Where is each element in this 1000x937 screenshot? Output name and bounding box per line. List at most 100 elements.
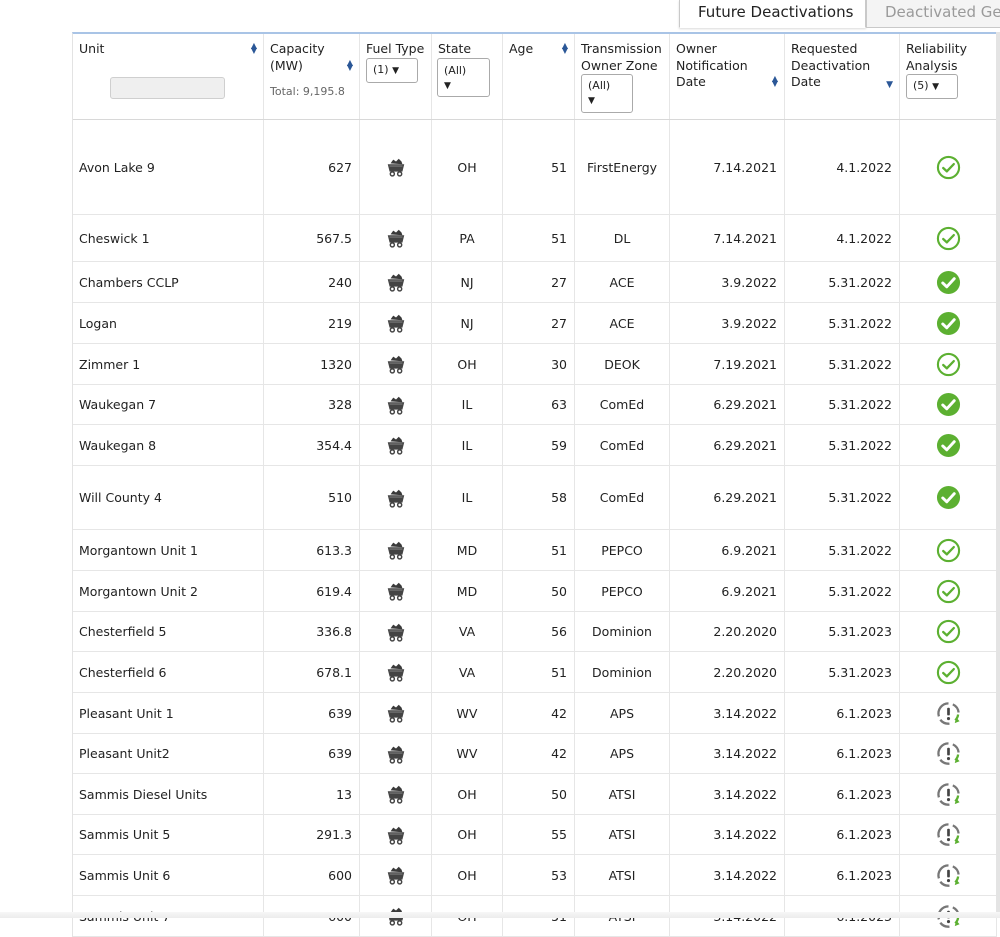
- notification-date-cell: 2.20.2020: [670, 652, 785, 692]
- column-header-notification-date[interactable]: Owner Notification Date ▲ ▼: [670, 34, 785, 119]
- table-row[interactable]: Waukegan 8 354.4 IL 59 ComEd 6.29.2021 5.31.20…: [73, 425, 997, 466]
- state-value: VA: [458, 624, 476, 639]
- fuel-type-cell: [360, 215, 432, 261]
- age-cell: 56: [503, 612, 575, 651]
- notification-date-cell: 3.9.2022: [670, 303, 785, 343]
- sort-desc-icon[interactable]: ▼: [886, 77, 893, 94]
- scrollbar-track[interactable]: [996, 32, 1000, 918]
- age-value: 27: [551, 315, 567, 331]
- fuel-type-cell: [360, 693, 432, 733]
- check-circle-icon[interactable]: [936, 352, 961, 377]
- check-circle-icon[interactable]: [936, 392, 961, 417]
- table-row[interactable]: Chesterfield 5 336.8 VA 56 Dominion 2.20.2020…: [73, 612, 997, 652]
- unit-cell: Chambers CCLP: [73, 262, 264, 302]
- unit-cell: Pleasant Unit 1: [73, 693, 264, 733]
- pending-analysis-icon[interactable]: [936, 741, 961, 766]
- zone-cell: DEOK: [575, 344, 670, 384]
- unit-value[interactable]: Morgantown Unit 1: [79, 543, 198, 558]
- table-row[interactable]: Chambers CCLP 240 NJ 27 ACE 3.9.2022 5.31.2022: [73, 262, 997, 303]
- state-value: MD: [456, 542, 478, 558]
- column-header-unit[interactable]: Unit ▲ ▼: [73, 34, 264, 119]
- sort-icon[interactable]: ▲ ▼: [251, 42, 257, 55]
- unit-value[interactable]: Sammis Diesel Units: [79, 787, 207, 802]
- zone-filter-dropdown[interactable]: (All) ▼: [581, 74, 633, 113]
- pending-analysis-icon[interactable]: [936, 863, 961, 888]
- fuel-type-cell: [360, 120, 432, 214]
- unit-value[interactable]: Logan: [79, 316, 117, 331]
- unit-value[interactable]: Will County 4: [79, 490, 162, 505]
- state-cell: WV: [432, 693, 503, 733]
- table-row[interactable]: Sammis Unit 6 600 OH 53 ATSI 3.14.2022 6.1.202…: [73, 855, 997, 896]
- unit-value[interactable]: Waukegan 8: [79, 438, 156, 453]
- unit-value[interactable]: Cheswick 1: [79, 231, 150, 246]
- table-row[interactable]: Zimmer 1 1320 OH 30 DEOK 7.19.2021 5.31.2022: [73, 344, 997, 385]
- table-row[interactable]: Pleasant Unit2 639 WV 42 APS 3.14.2022 6.1.202…: [73, 734, 997, 774]
- capacity-cell: 291.3: [264, 815, 360, 854]
- table-row[interactable]: Sammis Unit 5 291.3 OH 55 ATSI 3.14.2022 6.1.2…: [73, 815, 997, 855]
- reliability-filter-dropdown[interactable]: (5) ▼: [906, 74, 958, 99]
- sort-icon[interactable]: ▲ ▼: [772, 75, 778, 88]
- unit-value[interactable]: Chambers CCLP: [79, 275, 179, 290]
- zone-value: DEOK: [604, 356, 640, 372]
- table-row[interactable]: Chesterfield 6 678.1 VA 51 Dominion 2.20.2020…: [73, 652, 997, 693]
- column-header-requested-date[interactable]: Requested Deactivation Date ▼: [785, 34, 900, 119]
- column-header-capacity[interactable]: Capacity (MW) ▲ ▼ Total: 9,195.8: [264, 34, 360, 119]
- zone-cell: ATSI: [575, 855, 670, 895]
- unit-value[interactable]: Pleasant Unit2: [79, 746, 170, 761]
- unit-value[interactable]: Chesterfield 6: [79, 665, 166, 680]
- table-row[interactable]: Will County 4 510 IL 58 ComEd 6.29.2021 5.31.2…: [73, 466, 997, 530]
- table-row[interactable]: Cheswick 1 567.5 PA 51 DL 7.14.2021 4.1.2022: [73, 215, 997, 262]
- requested-date-value: 4.1.2022: [836, 230, 892, 246]
- table-row[interactable]: Sammis Diesel Units 13 OH 50 ATSI 3.14.2022 6.…: [73, 774, 997, 815]
- zone-cell: ComEd: [575, 425, 670, 465]
- requested-date-value: 4.1.2022: [836, 159, 892, 175]
- requested-date-value: 5.31.2022: [828, 490, 892, 505]
- table-row[interactable]: Morgantown Unit 2 619.4 MD 50 PEPCO 6.9.2021 5…: [73, 571, 997, 612]
- unit-value[interactable]: Pleasant Unit 1: [79, 706, 174, 721]
- check-circle-icon[interactable]: [936, 270, 961, 295]
- sort-icon[interactable]: ▲ ▼: [347, 59, 353, 72]
- table-row[interactable]: Logan 219 NJ 27 ACE 3.9.2022 5.31.2022: [73, 303, 997, 344]
- state-value: IL: [461, 490, 473, 505]
- tab-future-deactivations[interactable]: Future Deactivations: [679, 0, 866, 28]
- notification-date-value: 3.14.2022: [713, 867, 777, 883]
- check-circle-icon[interactable]: [936, 579, 961, 604]
- notification-date-value: 3.14.2022: [713, 746, 777, 761]
- check-circle-icon[interactable]: [936, 433, 961, 458]
- unit-value[interactable]: Sammis Unit 5: [79, 827, 170, 842]
- table-row[interactable]: Pleasant Unit 1 639 WV 42 APS 3.14.2022 6.1.20…: [73, 693, 997, 734]
- pending-analysis-icon[interactable]: [936, 822, 961, 847]
- fuel-type-filter-dropdown[interactable]: (1) ▼: [366, 58, 418, 83]
- unit-filter-input[interactable]: [110, 77, 225, 99]
- check-circle-icon[interactable]: [936, 538, 961, 563]
- notification-date-cell: 7.14.2021: [670, 120, 785, 214]
- pending-analysis-icon[interactable]: [936, 701, 961, 726]
- check-circle-icon[interactable]: [936, 660, 961, 685]
- check-circle-icon[interactable]: [936, 226, 961, 251]
- unit-value[interactable]: Chesterfield 5: [79, 624, 166, 639]
- unit-value[interactable]: Morgantown Unit 2: [79, 584, 198, 599]
- table-row[interactable]: Avon Lake 9 627 OH 51 FirstEnergy 7.14.2021 4.…: [73, 120, 997, 215]
- state-filter-dropdown[interactable]: (All) ▼: [437, 58, 490, 97]
- unit-value[interactable]: Avon Lake 9: [79, 160, 155, 175]
- column-header-age[interactable]: Age ▲ ▼: [503, 34, 575, 119]
- pending-analysis-icon[interactable]: [936, 782, 961, 807]
- unit-value[interactable]: Sammis Unit 6: [79, 868, 170, 883]
- table-row[interactable]: Waukegan 7 328 IL 63 ComEd 6.29.2021 5.31.2022: [73, 385, 997, 425]
- state-value: OH: [457, 356, 477, 372]
- coal-icon: [385, 434, 407, 456]
- check-circle-icon[interactable]: [936, 155, 961, 180]
- check-circle-icon[interactable]: [936, 485, 961, 510]
- coal-icon: [385, 661, 407, 683]
- zone-value: PEPCO: [601, 583, 643, 599]
- check-circle-icon[interactable]: [936, 311, 961, 336]
- sort-icon[interactable]: ▲ ▼: [562, 42, 568, 55]
- zone-value: APS: [609, 705, 635, 721]
- age-value: 51: [551, 542, 567, 558]
- unit-value[interactable]: Zimmer 1: [79, 357, 140, 372]
- capacity-value: 639: [328, 746, 352, 761]
- check-circle-icon[interactable]: [936, 619, 961, 644]
- table-row[interactable]: Morgantown Unit 1 613.3 MD 51 PEPCO 6.9.2021 5…: [73, 530, 997, 571]
- unit-value[interactable]: Waukegan 7: [79, 397, 156, 412]
- tab-deactivated-generation[interactable]: Deactivated Gen: [866, 0, 1000, 28]
